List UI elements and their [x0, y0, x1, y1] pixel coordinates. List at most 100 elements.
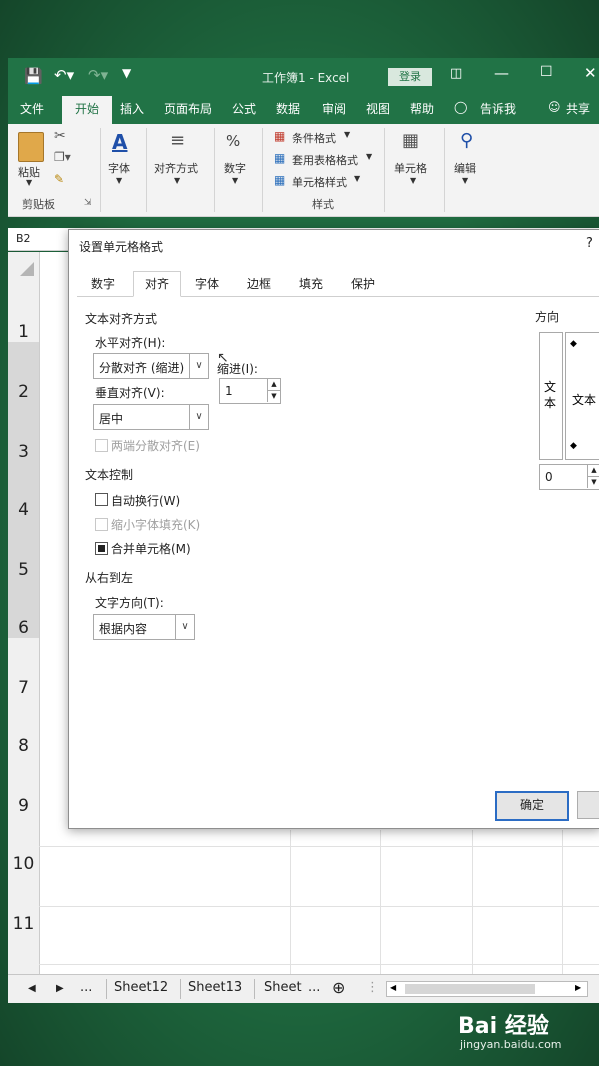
select-all-corner[interactable]	[8, 252, 40, 283]
spin-up-icon[interactable]: ▲	[587, 465, 599, 477]
cut-icon[interactable]: ✂	[54, 128, 66, 144]
merge-cells-checkbox[interactable]	[95, 542, 108, 555]
tab-insert[interactable]: 插入	[120, 100, 144, 117]
vertical-text-box[interactable]: 文本	[539, 332, 563, 460]
row-header[interactable]: 11	[8, 914, 39, 934]
scroll-left-icon[interactable]: ◀	[390, 983, 396, 992]
cell-styles-dropdown-icon[interactable]: ▼	[354, 174, 360, 183]
dialog-launcher-icon[interactable]: ⇲	[84, 198, 92, 208]
tab-home[interactable]: 开始	[62, 96, 112, 124]
undo-icon[interactable]: ↶▾	[54, 66, 74, 84]
editing-dropdown-icon[interactable]: ▼	[462, 176, 468, 185]
tab-protection[interactable]: 保护	[341, 272, 385, 296]
conditional-format-dropdown-icon[interactable]: ▼	[344, 130, 350, 139]
row-header[interactable]: 9	[8, 796, 39, 816]
help-button[interactable]: ?	[586, 236, 593, 251]
tab-fill[interactable]: 填充	[289, 272, 333, 296]
name-box[interactable]: B2	[16, 232, 31, 245]
tab-font[interactable]: 字体	[185, 272, 229, 296]
minimize-icon[interactable]: —	[494, 64, 509, 82]
row-header[interactable]: 6	[8, 618, 39, 638]
tab-review[interactable]: 审阅	[322, 100, 346, 117]
degrees-spinner[interactable]: 0 ▲ ▼	[539, 464, 599, 490]
row-header[interactable]: 8	[8, 736, 39, 756]
chevron-down-icon[interactable]: ∨	[175, 615, 194, 639]
tab-data[interactable]: 数据	[276, 100, 300, 117]
row-header[interactable]: 3	[8, 442, 39, 462]
font-icon[interactable]: A	[112, 130, 127, 154]
spin-down-icon[interactable]: ▼	[267, 391, 280, 402]
orientation-dial[interactable]: ◆ 文本 ◆	[565, 332, 599, 460]
scroll-right-icon[interactable]: ▶	[575, 983, 581, 992]
alignment-button[interactable]: 对齐方式	[154, 160, 198, 176]
tab-border[interactable]: 边框	[237, 272, 281, 296]
font-dropdown-icon[interactable]: ▼	[116, 176, 122, 185]
row-header[interactable]: 4	[8, 500, 39, 520]
next-sheet-icon[interactable]: ▶	[56, 983, 64, 994]
alignment-dropdown-icon[interactable]: ▼	[174, 176, 180, 185]
close-icon[interactable]: ✕	[584, 64, 597, 82]
font-button[interactable]: 字体	[108, 160, 130, 176]
customize-qat-icon[interactable]: ▼	[122, 66, 131, 80]
row-header[interactable]: 5	[8, 560, 39, 580]
scroll-thumb[interactable]	[405, 984, 535, 994]
cancel-button[interactable]	[577, 791, 599, 819]
prev-sheet-icon[interactable]: ◀	[28, 983, 36, 994]
find-icon[interactable]: ⚲	[460, 130, 473, 151]
copy-icon[interactable]: ❐▾	[54, 150, 71, 164]
share-button[interactable]: 共享	[566, 100, 590, 117]
sheet-tabs-ellipsis[interactable]: ...	[80, 980, 92, 995]
alignment-icon[interactable]: ≡	[170, 130, 185, 151]
sheet-tab[interactable]: Sheet13	[188, 980, 242, 995]
chevron-down-icon[interactable]: ∨	[189, 405, 208, 429]
ok-button[interactable]: 确定	[495, 791, 569, 821]
percent-icon[interactable]: %	[226, 132, 240, 150]
table-format-button[interactable]: 套用表格格式	[292, 152, 358, 168]
redo-icon[interactable]: ↷▾	[88, 66, 108, 84]
tab-number[interactable]: 数字	[81, 272, 125, 296]
indent-spinner[interactable]: 1 ▲ ▼	[219, 378, 281, 404]
sheet-tab[interactable]: Sheet12	[114, 980, 168, 995]
spin-up-icon[interactable]: ▲	[267, 379, 280, 391]
shrink-to-fit-checkbox[interactable]	[95, 518, 108, 531]
chevron-down-icon[interactable]: ∨	[189, 354, 208, 378]
cells-icon[interactable]: ▦	[402, 130, 419, 151]
row-header[interactable]: 2	[8, 382, 39, 402]
sheet-tab[interactable]: Sheet1	[264, 980, 302, 995]
row-header[interactable]: 10	[8, 854, 39, 874]
login-button[interactable]: 登录	[388, 68, 432, 86]
tab-view[interactable]: 视图	[366, 100, 390, 117]
add-sheet-icon[interactable]: ⊕	[332, 978, 345, 997]
vertical-align-select[interactable]: 居中 ∨	[93, 404, 209, 430]
horizontal-align-select[interactable]: 分散对齐 (缩进) ∨	[93, 353, 209, 379]
ribbon-display-icon[interactable]: ◫	[450, 66, 462, 81]
format-painter-icon[interactable]: ✎	[54, 172, 64, 186]
paste-icon[interactable]	[18, 132, 44, 162]
text-direction-select[interactable]: 根据内容 ∨	[93, 614, 195, 640]
tab-help[interactable]: 帮助	[410, 100, 434, 117]
paste-dropdown-icon[interactable]: ▼	[26, 178, 32, 187]
cell-styles-button[interactable]: 单元格样式	[292, 174, 347, 190]
number-button[interactable]: 数字	[224, 160, 246, 176]
sheet-tabs-more[interactable]: ...	[308, 980, 320, 995]
tell-me[interactable]: 告诉我	[480, 100, 516, 117]
wrap-text-checkbox[interactable]	[95, 493, 108, 506]
editing-button[interactable]: 编辑	[454, 160, 476, 176]
justify-distributed-checkbox[interactable]	[95, 439, 108, 452]
tab-alignment[interactable]: 对齐	[133, 271, 181, 297]
maximize-icon[interactable]: ☐	[540, 64, 553, 80]
horizontal-scrollbar[interactable]: ◀ ▶	[386, 981, 588, 997]
conditional-format-button[interactable]: 条件格式	[292, 130, 336, 146]
cells-dropdown-icon[interactable]: ▼	[410, 176, 416, 185]
number-dropdown-icon[interactable]: ▼	[232, 176, 238, 185]
table-format-dropdown-icon[interactable]: ▼	[366, 152, 372, 161]
tab-file[interactable]: 文件	[20, 100, 44, 117]
row-header[interactable]: 7	[8, 678, 39, 698]
tab-page-layout[interactable]: 页面布局	[164, 100, 212, 117]
cells-button[interactable]: 单元格	[394, 160, 427, 176]
splitter-icon[interactable]: ⋮	[366, 980, 379, 995]
spin-down-icon[interactable]: ▼	[587, 477, 599, 488]
save-icon[interactable]: 💾	[24, 67, 43, 85]
tab-formulas[interactable]: 公式	[232, 100, 256, 117]
row-header[interactable]: 1	[8, 322, 39, 342]
